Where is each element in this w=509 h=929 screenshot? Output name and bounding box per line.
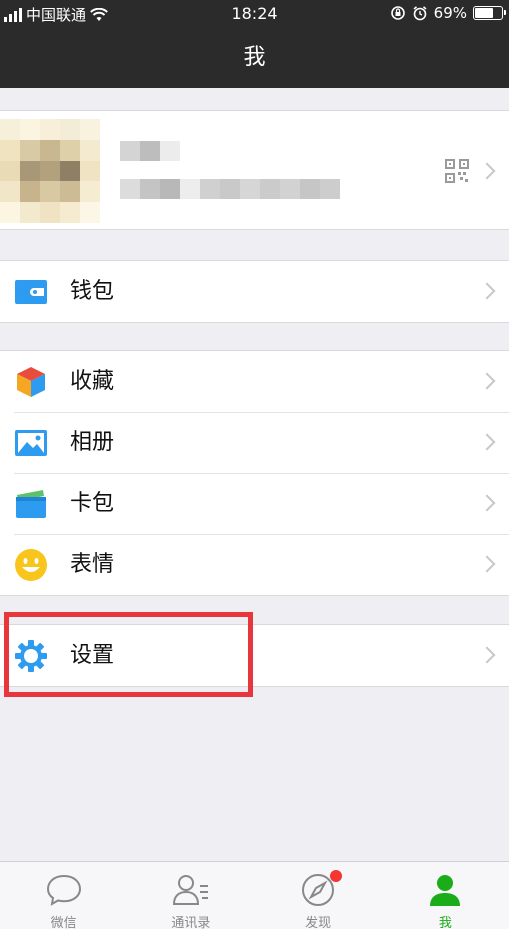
battery-percent: 69% (433, 4, 467, 22)
page-title: 我 (243, 45, 266, 70)
status-right: 69% (390, 4, 506, 22)
chat-bubble-icon (46, 874, 81, 906)
qr-code-icon[interactable] (445, 159, 469, 183)
tab-contacts[interactable]: 通讯录 (127, 862, 254, 929)
menu-item-card-wallet[interactable]: 卡包 (0, 473, 509, 534)
menu-item-label: 表情 (70, 552, 115, 577)
battery-fill (475, 8, 493, 18)
profile-id-pixelated (120, 179, 340, 199)
tab-bar: 微信 通讯录 发现 我 (0, 861, 509, 929)
menu-item-label: 相册 (70, 430, 115, 455)
tab-discover[interactable]: 发现 (255, 862, 382, 929)
alarm-icon (413, 6, 427, 21)
menu-group-wallet: 钱包 (0, 260, 509, 323)
status-bar: 中国联通 18:24 69% (0, 0, 509, 28)
card-wallet-icon (16, 490, 46, 518)
chevron-right-icon (478, 433, 496, 451)
profile-name-pixelated (120, 141, 180, 161)
menu-item-wallet[interactable]: 钱包 (0, 261, 509, 322)
favorites-cube-icon (17, 367, 45, 397)
chevron-right-icon (478, 646, 496, 664)
notification-badge-dot (330, 870, 343, 882)
highlight-annotation-box (4, 612, 253, 697)
navigation-bar: 我 (0, 28, 509, 88)
tab-label: 微信 (50, 916, 77, 929)
menu-item-album[interactable]: 相册 (0, 412, 509, 473)
photo-album-icon (15, 430, 47, 456)
person-icon (430, 875, 461, 906)
battery-icon (473, 6, 506, 20)
tab-label: 发现 (305, 916, 332, 929)
tab-me[interactable]: 我 (382, 862, 509, 929)
chevron-right-icon (478, 282, 496, 300)
menu-group-content: 收藏 相册 卡包 表情 (0, 350, 509, 596)
chevron-right-icon (478, 162, 496, 180)
chevron-right-icon (478, 372, 496, 390)
avatar (0, 119, 100, 223)
menu-item-label: 卡包 (70, 491, 115, 516)
tab-label: 通讯录 (171, 916, 211, 929)
menu-item-stickers[interactable]: 表情 (0, 534, 509, 595)
menu-item-favorites[interactable]: 收藏 (0, 351, 509, 412)
menu-item-label: 收藏 (70, 369, 115, 394)
tab-chats[interactable]: 微信 (0, 862, 127, 929)
profile-card[interactable] (0, 110, 509, 230)
rotation-lock-icon (390, 6, 405, 20)
wallet-icon (15, 280, 47, 304)
menu-item-label: 钱包 (70, 279, 115, 304)
chevron-right-icon (478, 494, 496, 512)
contacts-icon (172, 875, 208, 905)
chevron-right-icon (478, 555, 496, 573)
smiley-icon (15, 549, 47, 581)
tab-label: 我 (438, 916, 452, 929)
